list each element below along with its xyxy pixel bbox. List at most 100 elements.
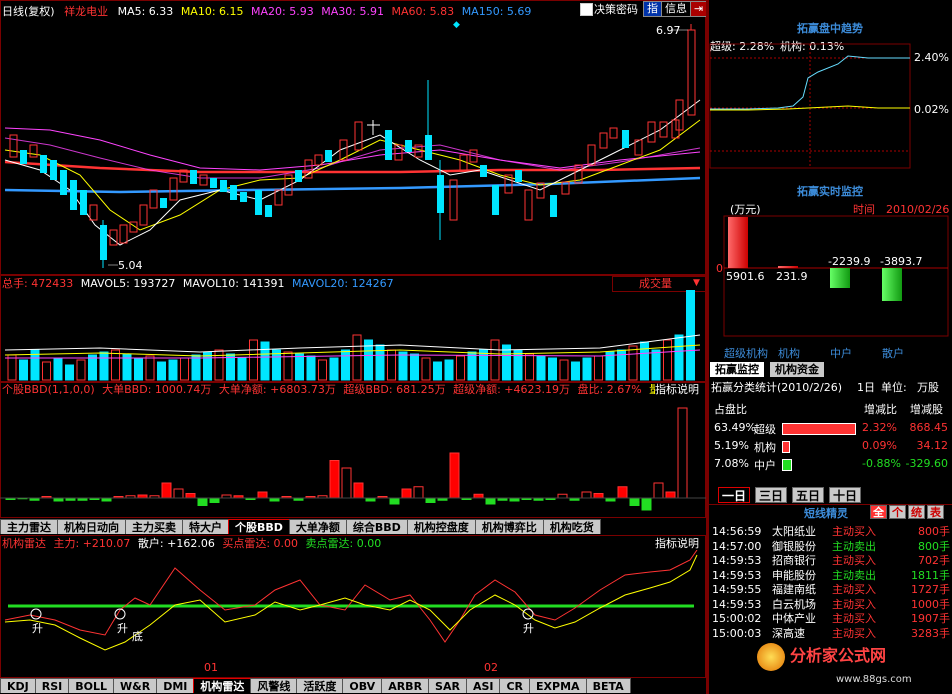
bottom-tab-12[interactable]: CR: [499, 678, 531, 693]
mavol20-label: MAVOL20: 124267: [291, 277, 394, 290]
tick-row[interactable]: 15:00:02 中体产业 主动买入 1907手: [710, 612, 952, 626]
radar-retail: 散户: +162.06: [137, 537, 215, 550]
volume-bar: [467, 351, 477, 381]
tick-time: 15:00:03: [712, 626, 762, 640]
bar-inst: [778, 266, 798, 268]
period-tab-3[interactable]: 十日: [829, 487, 861, 503]
bottom-tab-1[interactable]: RSI: [34, 678, 70, 693]
dropdown-label: 成交量: [639, 277, 672, 290]
indicator-tab-2[interactable]: 主力买卖: [125, 519, 183, 534]
bottom-tab-3[interactable]: W&R: [113, 678, 158, 693]
period-tab-1[interactable]: 三日: [755, 487, 787, 503]
indicator-tab-4[interactable]: 个股BBD: [228, 519, 290, 534]
sprite-filter-button[interactable]: 统: [908, 505, 925, 519]
radar-explain-link[interactable]: 指标说明: [655, 537, 699, 550]
super-bbd: 超级BBD: 681.25万: [343, 383, 446, 396]
sprite-filter-button[interactable]: 全: [870, 505, 887, 519]
indicator-tab-6[interactable]: 综合BBD: [345, 519, 408, 534]
date-tick-1: 01: [204, 661, 218, 674]
volume-bar: [433, 361, 442, 381]
volume-bar: [525, 353, 534, 381]
trend-chart[interactable]: [708, 42, 913, 172]
volume-bar: [571, 361, 580, 381]
volume-bar: [53, 357, 63, 381]
bottom-tab-7[interactable]: 活跃度: [296, 678, 344, 693]
tick-row[interactable]: 14:59:53 白云机场 主动买入 1000手: [710, 598, 952, 612]
bbd-bar: [401, 488, 412, 499]
trend-y-bottom: 0.02%: [914, 103, 949, 116]
tick-row[interactable]: 14:59:55 福建南纸 主动买入 1727手: [710, 583, 952, 597]
trend-y-top: 2.40%: [914, 51, 949, 64]
period-tab-2[interactable]: 五日: [792, 487, 824, 503]
radar-title: 机构雷达: [2, 537, 46, 550]
bottom-tab-2[interactable]: BOLL: [68, 678, 115, 693]
disk-ratio: 盘比: 2.67%: [577, 383, 642, 396]
total-volume: 总手: 472433: [2, 277, 74, 290]
bottom-tab-13[interactable]: EXPMA: [529, 678, 587, 693]
volume-bar: [168, 359, 178, 381]
indicator-tab-3[interactable]: 特大户: [182, 519, 229, 534]
tick-row[interactable]: 14:59:53 申能股份 主动卖出 1811手: [710, 569, 952, 583]
mavol5-label: MAVOL5: 193727: [80, 277, 176, 290]
bbd-bar: [629, 497, 640, 506]
sprite-filter-button[interactable]: 个: [889, 505, 906, 519]
cat-super-inst: 超级机构: [724, 347, 768, 360]
indicator-tab-5[interactable]: 大单净额: [288, 519, 347, 534]
indicator-tab-8[interactable]: 机构博弈比: [474, 519, 544, 534]
tick-row[interactable]: 14:59:53 招商银行 主动买入 702手: [710, 554, 952, 568]
tick-row[interactable]: 14:57:00 御银股份 主动卖出 800手: [710, 540, 952, 554]
bottom-tab-5[interactable]: 机构雷达: [193, 678, 252, 693]
sprite-filter-button[interactable]: 表: [927, 505, 944, 519]
indicator-tab-1[interactable]: 机构日动向: [57, 519, 126, 534]
tick-row[interactable]: 14:56:59 太阳纸业 主动买入 800手: [710, 525, 952, 539]
tick-row[interactable]: 15:00:03 深高速 主动买入 3283手: [710, 627, 952, 641]
bbd-explain-link[interactable]: 指标说明: [655, 383, 699, 396]
bar-retail: [882, 268, 902, 301]
stat-row: 5.19% 机构 0.09% 34.12: [712, 438, 950, 454]
period-tab-0[interactable]: 一日: [718, 487, 750, 503]
volume-bar: [410, 353, 419, 381]
tick-name: 申能股份: [772, 568, 816, 582]
bottom-tab-14[interactable]: BETA: [585, 678, 631, 693]
tab-monitor[interactable]: 拓赢监控: [710, 362, 764, 377]
indicator-tab-0[interactable]: 主力雷达: [0, 519, 58, 534]
bbd-bar: [257, 491, 268, 499]
indicator-tab-7[interactable]: 机构控盘度: [406, 519, 476, 534]
bbd-bar: [389, 497, 400, 505]
bbd-chart[interactable]: [0, 398, 706, 518]
tick-name: 太阳纸业: [772, 525, 816, 538]
volume-bar: [444, 359, 454, 381]
bottom-tab-10[interactable]: SAR: [428, 678, 467, 693]
stat-pct: 7.08%: [714, 457, 749, 470]
volume-bar: [145, 355, 155, 381]
volume-bar: [456, 355, 465, 381]
bottom-tab-9[interactable]: ARBR: [381, 678, 430, 693]
bottom-tab-4[interactable]: DMI: [156, 678, 195, 693]
volume-bar: [628, 345, 638, 381]
stat-ratio: 0.09%: [862, 439, 897, 452]
volume-bar: [490, 339, 500, 381]
stat-name: 中户: [754, 459, 776, 472]
mavol10-label: MAVOL10: 141391: [182, 277, 285, 290]
volume-bar: [352, 334, 362, 381]
bottom-tab-0[interactable]: KDJ: [0, 678, 36, 693]
volume-chart[interactable]: [0, 290, 706, 382]
stat-ratio: -0.88%: [862, 457, 901, 470]
bottom-tab-11[interactable]: ASI: [465, 678, 501, 693]
tab-fund[interactable]: 机构资金: [770, 362, 824, 377]
bottom-tab-8[interactable]: OBV: [342, 678, 383, 693]
monitor-v1: 5901.6: [726, 270, 765, 283]
stat-amount: 868.45: [909, 421, 949, 434]
indicator-tab-9[interactable]: 机构吃货: [542, 519, 601, 534]
stat-bar: [782, 423, 856, 435]
bbd-bar: [329, 460, 340, 499]
bottom-tab-6[interactable]: 风警线: [250, 678, 298, 693]
tick-time: 14:56:59: [712, 525, 762, 538]
price-chart[interactable]: [0, 0, 706, 275]
volume-bar: [88, 354, 97, 381]
tick-action: 主动买入: [832, 626, 876, 640]
tick-name: 福建南纸: [772, 583, 816, 596]
volume-bar: [306, 355, 316, 381]
radar-chart[interactable]: [0, 550, 706, 660]
tick-time: 15:00:02: [712, 612, 762, 625]
